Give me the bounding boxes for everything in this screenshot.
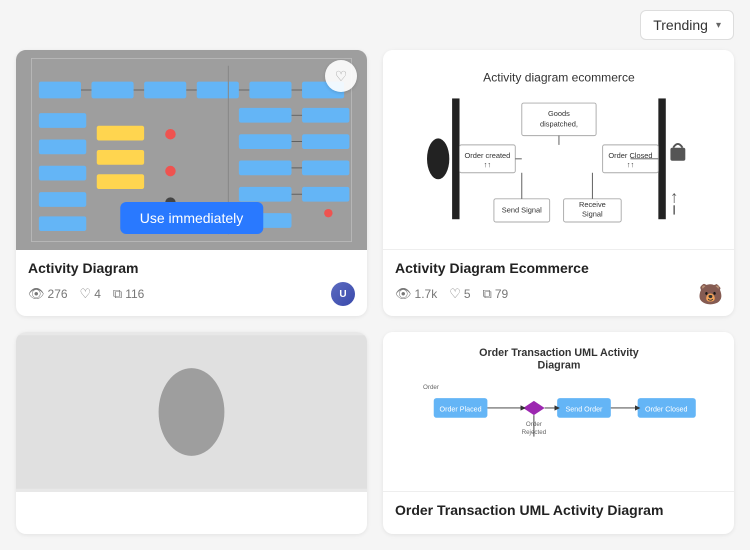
svg-text:↑↑: ↑↑ xyxy=(483,160,490,169)
copy-count-ecommerce: 79 xyxy=(495,287,508,301)
card-title-activity: Activity Diagram xyxy=(28,260,355,276)
card-thumbnail-activity[interactable]: ♡ Use immediately xyxy=(16,50,367,250)
views-ecommerce: 👁 1.7k xyxy=(395,286,437,302)
chevron-down-icon: ▾ xyxy=(716,20,721,31)
trending-label: Trending xyxy=(653,17,708,33)
likes-activity: ♡ 4 xyxy=(80,286,101,302)
card-info-activity: Activity Diagram 👁 276 ♡ 4 ⧉ 116 U xyxy=(16,250,367,316)
card-thumbnail-order-uml[interactable]: Order Transaction UML Activity Diagram O… xyxy=(383,332,734,492)
copies-ecommerce: ⧉ 79 xyxy=(483,286,509,302)
card-thumbnail-ecommerce[interactable]: Activity diagram ecommerce Goods dispatc… xyxy=(383,50,734,250)
view-count-ecommerce: 1.7k xyxy=(415,287,438,301)
card-meta-ecommerce: 👁 1.7k ♡ 5 ⧉ 79 🐻 xyxy=(395,282,722,306)
svg-text:Send Signal: Send Signal xyxy=(501,206,541,215)
view-count-activity: 276 xyxy=(48,287,68,301)
copies-activity: ⧉ 116 xyxy=(113,286,144,302)
card-grid: ♡ Use immediately Activity Diagram 👁 276… xyxy=(0,50,750,550)
avatar-ecommerce: 🐻 xyxy=(698,282,722,306)
heart-icon: ♡ xyxy=(80,286,92,302)
card-thumbnail-bottom-left[interactable] xyxy=(16,332,367,492)
card-order-uml: Order Transaction UML Activity Diagram O… xyxy=(383,332,734,534)
avatar-activity: U xyxy=(331,282,355,306)
like-count-activity: 4 xyxy=(94,287,101,301)
heart-button-activity[interactable]: ♡ xyxy=(325,60,357,92)
copy-icon-ecommerce: ⧉ xyxy=(483,286,492,302)
svg-text:↑: ↑ xyxy=(670,187,678,206)
eye-icon-ecommerce: 👁 xyxy=(395,286,412,302)
svg-text:Receive: Receive xyxy=(579,200,606,209)
top-bar: Trending ▾ xyxy=(0,0,750,50)
svg-text:Signal: Signal xyxy=(582,209,603,218)
svg-text:Order Closed: Order Closed xyxy=(645,406,687,414)
views-activity: 👁 276 xyxy=(28,286,68,302)
card-title-order-uml: Order Transaction UML Activity Diagram xyxy=(395,502,722,518)
like-count-ecommerce: 5 xyxy=(464,287,471,301)
copy-icon: ⧉ xyxy=(113,286,122,302)
svg-text:dispatched,: dispatched, xyxy=(540,119,578,128)
svg-text:Order Transaction UML Activity: Order Transaction UML Activity xyxy=(479,347,639,359)
svg-text:Activity diagram ecommerce: Activity diagram ecommerce xyxy=(483,71,635,85)
card-meta-activity: 👁 276 ♡ 4 ⧉ 116 U xyxy=(28,282,355,306)
svg-text:Diagram: Diagram xyxy=(537,360,580,372)
trending-dropdown[interactable]: Trending ▾ xyxy=(640,10,734,40)
avatar-image-activity: U xyxy=(331,282,355,306)
avatar-emoji-ecommerce: 🐻 xyxy=(698,284,722,306)
card-info-bottom-left xyxy=(16,492,367,522)
card-info-order-uml: Order Transaction UML Activity Diagram xyxy=(383,492,734,534)
use-immediately-button[interactable]: Use immediately xyxy=(120,202,263,234)
order-uml-svg: Order Transaction UML Activity Diagram O… xyxy=(401,340,717,483)
card-info-ecommerce: Activity Diagram Ecommerce 👁 1.7k ♡ 5 ⧉ … xyxy=(383,250,734,316)
eye-icon: 👁 xyxy=(28,286,45,302)
likes-ecommerce: ♡ 5 xyxy=(449,286,470,302)
svg-text:↑↑: ↑↑ xyxy=(626,160,633,169)
svg-text:Order Placed: Order Placed xyxy=(439,406,481,414)
card-ecommerce: Activity diagram ecommerce Goods dispatc… xyxy=(383,50,734,316)
card-bottom-left xyxy=(16,332,367,534)
copy-count-activity: 116 xyxy=(125,287,144,301)
bottom-left-svg xyxy=(16,332,367,492)
svg-text:Goods: Goods xyxy=(548,109,570,118)
svg-text:Order created: Order created xyxy=(464,151,510,160)
ecommerce-diagram-svg: Activity diagram ecommerce Goods dispatc… xyxy=(401,60,717,239)
card-activity-diagram: ♡ Use immediately Activity Diagram 👁 276… xyxy=(16,50,367,316)
svg-text:Order: Order xyxy=(423,384,439,391)
svg-text:Send Order: Send Order xyxy=(565,406,603,414)
card-title-ecommerce: Activity Diagram Ecommerce xyxy=(395,260,722,276)
heart-icon-ecommerce: ♡ xyxy=(449,286,461,302)
